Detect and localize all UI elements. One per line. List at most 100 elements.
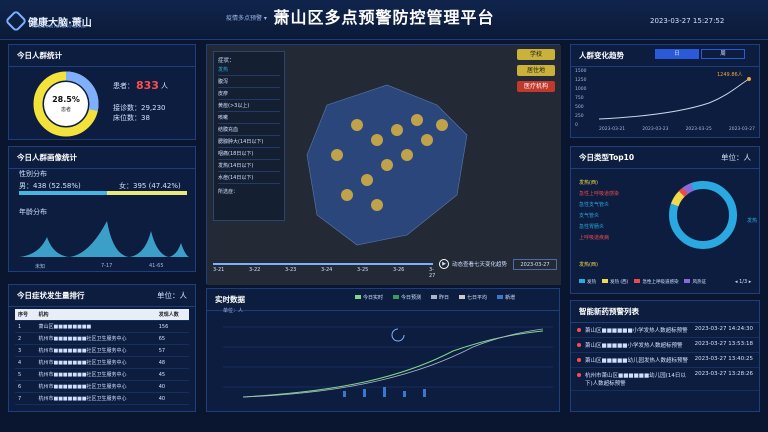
table-row[interactable]: 1 萧山区■■■■■■■■ 156 xyxy=(15,320,189,333)
top10-label: 发热(西) xyxy=(579,180,598,186)
patients-value: 833 xyxy=(136,79,159,92)
timeline-tick[interactable]: 3-27 xyxy=(429,267,435,279)
patient-ring-chart xyxy=(33,71,99,137)
trend-x-tick: 2023-03-25 xyxy=(685,127,712,132)
legend-item[interactable]: 昨日 xyxy=(431,294,449,301)
top10-label: 上呼吸道疾病 xyxy=(579,235,610,241)
timeline-tick[interactable]: 3-23 xyxy=(285,267,296,273)
legend-item[interactable]: 发热 xyxy=(579,279,596,285)
alert-time: 2023-03-27 13:53:18 xyxy=(694,341,753,347)
play-control[interactable]: ▶ 动态查看七天变化趋势 xyxy=(439,259,507,269)
symptom-list[interactable]: 症状： 发热 腹泻 皮疹 黄疸(>3以上) 咳嗽 结膜充血 腮腺肿大(14日以下) 咽痛(18… xyxy=(213,51,285,221)
trend-x-tick: 2023-03-27 xyxy=(728,127,755,132)
symptom-item[interactable]: 咳嗽 xyxy=(218,112,280,124)
timeline-tick[interactable]: 3-25 xyxy=(357,267,368,273)
alert-item[interactable]: 萧山区■■■■■幼儿园发热人数超标预警 2023-03-27 13:40:25 xyxy=(571,353,759,368)
legend-item[interactable]: 新增 xyxy=(497,294,515,301)
trend-y-tick: 250 xyxy=(575,114,584,119)
portrait-panel: 今日人群画像统计 性别分布 男：438 (52.58%) 女：395 (47.4… xyxy=(8,146,196,272)
heat-point xyxy=(421,134,433,146)
symptom-item[interactable]: 黄疸(>3以上) xyxy=(218,100,280,112)
alert-time: 2023-03-27 13:40:25 xyxy=(694,356,753,362)
alert-item[interactable]: 萧山区■■■■■小学发热人数超标预警 2023-03-27 13:53:18 xyxy=(571,338,759,353)
medical-button[interactable]: 医疗机构 xyxy=(517,81,555,92)
page-title: 萧山区多点预警防控管理平台 xyxy=(273,8,495,27)
symptom-item[interactable]: 腮腺肿大(14日以下) xyxy=(218,136,280,148)
age-tick-2: 41-65 xyxy=(149,263,164,269)
alert-text: 萧山区■■■■■小学发热人数超标预警 xyxy=(585,343,683,349)
alert-dot-icon xyxy=(577,328,581,332)
loading-spinner-icon xyxy=(391,328,405,342)
timeline-tick[interactable]: 3-22 xyxy=(249,267,260,273)
table-row[interactable]: 2 杭州市■■■■■■■社区卫生服务中心 65 xyxy=(15,332,189,345)
ranking-table-wrap: 序号 机构 发现人数 1 萧山区■■■■■■■■ 156 2 杭州市■■■■■■■社区卫生服… xyxy=(9,307,195,407)
tab-week[interactable]: 周 xyxy=(701,49,745,59)
alert-item[interactable]: 萧山区■■■■■■小学发热人数超标预警 2023-03-27 14:24:30 xyxy=(571,323,759,338)
table-cell: 65 xyxy=(155,332,189,345)
top10-label: 发热(西) xyxy=(579,262,598,268)
timeline-track[interactable] xyxy=(213,263,433,265)
legend-item[interactable]: 风热证 xyxy=(684,279,706,285)
top10-panel: 今日类型Top10 单位：人 发热(西) 急性上呼吸道感染 急性支气管炎 支气管炎 急性胃… xyxy=(570,146,760,294)
legend-item[interactable]: 七日平均 xyxy=(459,294,487,301)
tab-day[interactable]: 日 xyxy=(655,49,699,59)
ranking-panel: 今日症状发生量排行 单位：人 序号 机构 发现人数 1 萧山区■■■■■■■■ 156 2 杭… xyxy=(8,284,196,412)
table-cell: 156 xyxy=(155,320,189,333)
heat-point xyxy=(361,174,373,186)
symptom-item[interactable]: 发热 xyxy=(218,64,280,76)
datetime: 2023-03-27 15:27:52 xyxy=(650,17,725,25)
ring-percent: 28.5% xyxy=(52,95,80,104)
table-cell: 杭州市■■■■■■■社区卫生服务中心 xyxy=(35,356,156,369)
top10-label: 急性支气管炎 xyxy=(579,202,610,208)
alerts-panel: 智能新药预警列表 萧山区■■■■■■小学发热人数超标预警 2023-03-27 1… xyxy=(570,300,760,412)
legend-item[interactable]: 今日预测 xyxy=(393,294,421,301)
table-cell: 57 xyxy=(155,344,189,357)
trend-line xyxy=(599,78,750,120)
top10-ring-chart xyxy=(669,180,737,249)
heat-point xyxy=(411,114,423,126)
table-row[interactable]: 6 杭州市■■■■■■■社区卫生服务中心 40 xyxy=(15,380,189,393)
date-picker[interactable]: 2023-03-27 xyxy=(513,259,557,270)
legend-item[interactable]: 今日实时 xyxy=(355,294,383,301)
legend-item[interactable]: 急性上呼吸道感染 xyxy=(634,279,678,285)
alert-dot-icon xyxy=(577,343,581,347)
ranking-title: 今日症状发生量排行 单位：人 xyxy=(9,285,195,307)
age-tick-1: 7-17 xyxy=(101,263,113,269)
symptom-item[interactable]: 咽痛(18日以下) xyxy=(218,148,280,160)
alert-item[interactable]: 杭州市萧山区■■■■■■幼儿园(14日以下)人数超标预警 2023-03-27 1… xyxy=(571,368,759,391)
timeline-tick[interactable]: 3-21 xyxy=(213,267,224,273)
legend-item[interactable]: 发热 (西) xyxy=(602,279,628,285)
new-bars xyxy=(343,387,426,397)
community-button[interactable]: 居住地 xyxy=(517,65,555,76)
heat-point xyxy=(436,119,448,131)
logo-icon xyxy=(4,9,28,33)
ranking-col-2: 发现人数 xyxy=(155,309,189,321)
top10-legend: 发热 发热 (西) 急性上呼吸道感染 风热证 xyxy=(579,279,706,285)
trend-peak-label: 1249.86人 xyxy=(717,72,743,78)
trend-x-axis: 2023-03-21 2023-03-23 2023-03-25 2023-03-27 xyxy=(599,127,755,132)
top10-pager[interactable]: ◂ 1/3 ▸ xyxy=(735,279,751,285)
age-tick-0: 未知 xyxy=(35,264,46,270)
timeline-tick[interactable]: 3-24 xyxy=(321,267,332,273)
symptom-item[interactable]: 皮疹 xyxy=(218,88,280,100)
school-button[interactable]: 学校 xyxy=(517,49,555,60)
alert-text: 萧山区■■■■■幼儿园发热人数超标预警 xyxy=(585,358,688,364)
symptom-item[interactable]: 水痘(14日以下) xyxy=(218,172,280,184)
table-cell: 杭州市■■■■■■■社区卫生服务中心 xyxy=(35,344,156,357)
table-row[interactable]: 7 杭州市■■■■■■■社区卫生服务中心 40 xyxy=(15,392,189,405)
map-panel[interactable]: 症状： 发热 腹泻 皮疹 黄疸(>3以上) 咳嗽 结膜充血 腮腺肿大(14日以下) 咽痛(18… xyxy=(206,44,561,285)
trend-y-axis: 1500 1250 1000 750 500 250 0 xyxy=(575,69,597,132)
table-cell: 杭州市■■■■■■■社区卫生服务中心 xyxy=(35,380,156,393)
ring-label: 发热 xyxy=(747,218,758,224)
symptom-item[interactable]: 发热(14日以下) xyxy=(218,160,280,172)
table-row[interactable]: 4 杭州市■■■■■■■社区卫生服务中心 48 xyxy=(15,356,189,369)
table-row[interactable]: 5 杭州市■■■■■■■社区卫生服务中心 45 xyxy=(15,368,189,381)
timeline-tick[interactable]: 3-26 xyxy=(393,267,404,273)
symptom-item[interactable]: 腹泻 xyxy=(218,76,280,88)
table-cell: 45 xyxy=(155,368,189,381)
symptom-item[interactable]: 结膜充血 xyxy=(218,124,280,136)
table-row[interactable]: 3 杭州市■■■■■■■社区卫生服务中心 57 xyxy=(15,344,189,357)
trend-y-tick: 1500 xyxy=(575,69,587,74)
ranking-col-1: 机构 xyxy=(35,309,156,321)
table-cell: 40 xyxy=(155,380,189,393)
